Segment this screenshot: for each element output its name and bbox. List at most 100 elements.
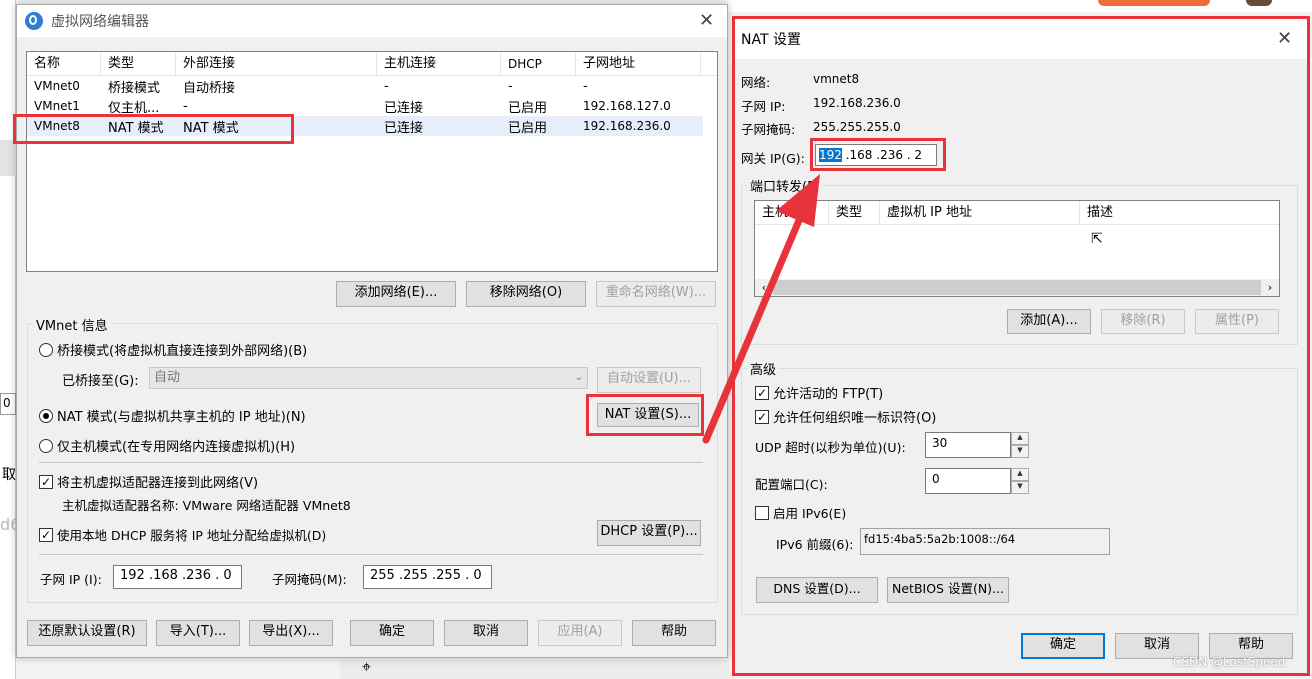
table-row[interactable]: VMnet0 桥接模式 自动桥接 - - -: [27, 76, 717, 96]
add-button[interactable]: 添加(A)...: [1007, 309, 1091, 334]
network-globe-icon: [25, 12, 43, 30]
apply-button[interactable]: 应用(A): [538, 620, 622, 646]
background-field-fragment: 0: [0, 393, 16, 415]
cell: 桥接模式: [108, 80, 161, 96]
udp-timeout-label: UDP 超时(以秒为单位)(U):: [755, 440, 906, 455]
column-header-external[interactable]: 外部连接: [176, 51, 377, 76]
column-header-host[interactable]: 主机连接: [377, 51, 501, 76]
list-header: 主机端口 类型 虚拟机 IP 地址 描述: [755, 200, 1279, 225]
checkbox-checked[interactable]: ✓: [755, 385, 769, 400]
spin-up-icon[interactable]: ▲: [1011, 468, 1029, 481]
background-text-fragment: 取: [2, 467, 16, 483]
chevron-right-icon[interactable]: ›: [1261, 281, 1279, 294]
table-row-selected[interactable]: VMnet8 NAT 模式 NAT 模式 已连接 已启用 192.168.236…: [27, 116, 703, 136]
export-button[interactable]: 导出(X)...: [249, 620, 333, 646]
adapter-name-text: 主机虚拟适配器名称: VMware 网络适配器 VMnet8: [62, 498, 351, 513]
dhcp-settings-button[interactable]: DHCP 设置(P)...: [597, 520, 701, 546]
chevron-left-icon[interactable]: ‹: [755, 281, 773, 294]
column-header-subnet[interactable]: 子网地址: [576, 51, 701, 76]
bridged-to-select[interactable]: 自动 ⌄: [149, 367, 588, 389]
column-header-dhcp[interactable]: DHCP: [501, 51, 576, 76]
spin-down-icon[interactable]: ▼: [1011, 481, 1029, 494]
cell: 自动桥接: [183, 80, 236, 96]
column-header-type[interactable]: 类型: [101, 51, 176, 76]
checkbox-checked[interactable]: ✓: [39, 474, 53, 489]
column-header-vm-ip[interactable]: 虚拟机 IP 地址: [880, 200, 1080, 225]
cell: VMnet1: [34, 99, 80, 113]
column-header-description[interactable]: 描述: [1080, 201, 1279, 225]
config-port-label: 配置端口(C):: [755, 477, 828, 492]
subnet-mask-field[interactable]: 255 .255 .255 . 0: [363, 565, 492, 589]
import-button[interactable]: 导入(T)...: [156, 620, 240, 646]
restore-defaults-button[interactable]: 还原默认设置(R): [27, 620, 147, 646]
help-button[interactable]: 帮助: [632, 620, 716, 646]
virtual-network-editor-dialog: 虚拟网络编辑器 ✕ 名称 类型 外部连接 主机连接 DHCP 子网地址 VMne…: [13, 4, 728, 658]
udp-timeout-field[interactable]: 30: [925, 432, 1011, 458]
close-icon[interactable]: ✕: [699, 10, 714, 31]
title-bar: 虚拟网络编辑器 ✕: [17, 5, 727, 37]
cell: 已连接: [384, 120, 424, 136]
radio-button-selected[interactable]: [39, 408, 53, 423]
host-only-option[interactable]: 仅主机模式(在专用网络内连接虚拟机)(H): [39, 436, 295, 455]
allow-oui-option[interactable]: ✓ 允许任何组织唯一标识符(O): [755, 407, 936, 426]
config-port-field[interactable]: 0: [925, 468, 1011, 494]
ipv6-prefix-label: IPv6 前缀(6):: [776, 537, 854, 552]
subnet-ip-value: 192.168.236.0: [813, 96, 901, 110]
auto-settings-button[interactable]: 自动设置(U)...: [597, 367, 701, 393]
ok-button[interactable]: 确定: [1021, 633, 1105, 659]
close-icon[interactable]: ✕: [1277, 28, 1292, 49]
cell: 192.168.127.0: [583, 99, 671, 113]
bridged-to-value: 自动: [154, 370, 181, 385]
allow-ftp-option[interactable]: ✓ 允许活动的 FTP(T): [755, 383, 883, 402]
bridged-mode-option[interactable]: 桥接模式(将虚拟机直接连接到外部网络)(B): [39, 340, 307, 359]
remove-network-button[interactable]: 移除网络(O): [466, 281, 586, 307]
spin-up-icon[interactable]: ▲: [1011, 432, 1029, 445]
checkbox-unchecked[interactable]: [755, 505, 769, 520]
subnet-mask-label: 子网掩码(M):: [272, 572, 347, 587]
properties-button[interactable]: 属性(P): [1195, 309, 1279, 334]
checkbox-checked[interactable]: ✓: [755, 409, 769, 424]
remove-button[interactable]: 移除(R): [1101, 309, 1185, 334]
network-list[interactable]: 名称 类型 外部连接 主机连接 DHCP 子网地址 VMnet0 桥接模式 自动…: [26, 51, 718, 272]
gateway-rest-text: .168 .236 . 2: [841, 148, 923, 162]
chevron-down-icon: ⌄: [574, 372, 583, 383]
enable-ipv6-option[interactable]: 启用 IPv6(E): [755, 503, 846, 522]
network-value: vmnet8: [813, 72, 860, 86]
title-bar: NAT 设置 ✕: [735, 19, 1307, 59]
use-dhcp-option[interactable]: ✓ 使用本地 DHCP 服务将 IP 地址分配给虚拟机(D): [39, 525, 326, 544]
ok-button[interactable]: 确定: [350, 620, 434, 646]
connect-adapter-option[interactable]: ✓ 将主机虚拟适配器连接到此网络(V): [39, 472, 258, 491]
subnet-ip-label: 子网 IP:: [741, 99, 786, 114]
nat-mode-option[interactable]: NAT 模式(与虚拟机共享主机的 IP 地址)(N): [39, 406, 306, 425]
cancel-button[interactable]: 取消: [444, 620, 528, 646]
background-avatar: [1246, 0, 1272, 6]
cell: NAT 模式: [183, 120, 239, 136]
cell: -: [183, 98, 188, 114]
netbios-settings-button[interactable]: NetBIOS 设置(N)...: [887, 577, 1009, 603]
add-network-button[interactable]: 添加网络(E)...: [336, 281, 456, 307]
ipv6-prefix-field[interactable]: fd15:4ba5:5a2b:1008::/64: [860, 528, 1110, 555]
subnet-ip-field[interactable]: 192 .168 .236 . 0: [113, 565, 242, 589]
scrollbar-thumb[interactable]: [773, 280, 1261, 295]
spin-down-icon[interactable]: ▼: [1011, 445, 1029, 458]
horizontal-scrollbar[interactable]: ‹ ›: [755, 279, 1279, 296]
udp-timeout-spinner[interactable]: ▲ ▼: [1011, 432, 1029, 458]
column-header-name[interactable]: 名称: [27, 51, 101, 76]
cell: 192.168.236.0: [583, 119, 671, 133]
dns-settings-button[interactable]: DNS 设置(D)...: [756, 577, 878, 603]
dialog-title: 虚拟网络编辑器: [51, 14, 149, 30]
gateway-ip-field[interactable]: 192 .168 .236 . 2: [815, 144, 937, 166]
checkbox-checked[interactable]: ✓: [39, 527, 53, 542]
column-header-type[interactable]: 类型: [829, 200, 880, 225]
watermark-text: CSDN @LostSpeed: [1173, 655, 1286, 669]
column-header-host-port[interactable]: 主机端口: [755, 200, 829, 225]
connect-adapter-label: 将主机虚拟适配器连接到此网络(V): [57, 476, 259, 491]
table-row[interactable]: VMnet1 仅主机... - 已连接 已启用 192.168.127.0: [27, 96, 717, 116]
config-port-spinner[interactable]: ▲ ▼: [1011, 468, 1029, 494]
vmnet-info-label: VMnet 信息: [33, 315, 111, 334]
rename-network-button[interactable]: 重命名网络(W)...: [596, 281, 716, 307]
radio-button[interactable]: [39, 438, 53, 453]
port-forwarding-list[interactable]: 主机端口 类型 虚拟机 IP 地址 描述 ‹ › ⇱: [754, 200, 1280, 297]
radio-button[interactable]: [39, 342, 53, 357]
nat-settings-button[interactable]: NAT 设置(S)...: [597, 403, 699, 427]
